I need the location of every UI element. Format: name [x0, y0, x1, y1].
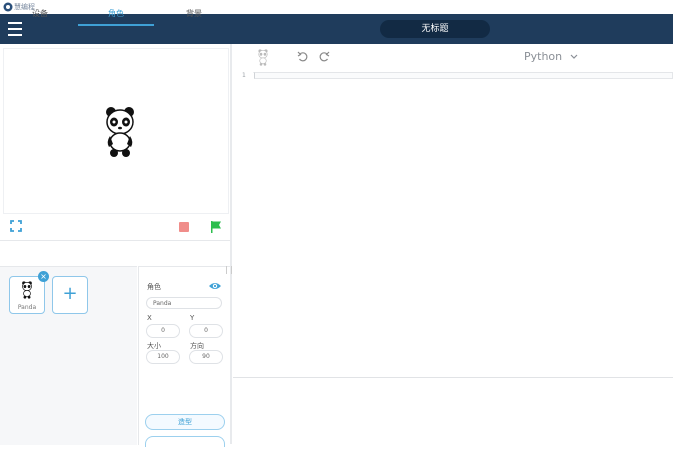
chevron-down-icon — [570, 54, 578, 59]
panda-avatar-icon — [258, 49, 268, 66]
tab-device[interactable]: 设备 — [10, 8, 70, 19]
language-dropdown[interactable]: Python — [524, 50, 578, 63]
code-editor-line[interactable] — [254, 72, 673, 79]
sprite-tabs — [0, 240, 230, 267]
output-console[interactable] — [233, 377, 673, 445]
sprite-card-panda[interactable]: Panda — [9, 276, 45, 314]
resize-grip-icon[interactable] — [226, 266, 232, 274]
tab-sprite[interactable]: 角色 — [86, 8, 146, 19]
secondary-button[interactable] — [145, 436, 225, 447]
line-number: 1 — [242, 72, 246, 79]
sprite-name-label: 角色 — [147, 283, 161, 291]
panda-sprite[interactable] — [103, 106, 137, 158]
x-input[interactable]: 0 — [146, 324, 180, 338]
undo-icon[interactable] — [297, 51, 309, 63]
panda-thumbnail-icon — [22, 281, 32, 299]
project-title[interactable]: 无标题 — [380, 20, 490, 38]
stop-icon[interactable] — [179, 222, 189, 232]
line-number-gutter — [233, 72, 253, 377]
sprite-card-label: Panda — [17, 304, 37, 311]
add-sprite-button[interactable]: + — [52, 276, 88, 314]
costume-button[interactable]: 造型 — [145, 414, 225, 430]
delete-sprite-icon[interactable]: × — [38, 271, 49, 282]
language-label: Python — [524, 50, 563, 63]
active-tab-indicator — [78, 24, 154, 26]
eye-icon[interactable] — [208, 281, 222, 291]
x-label: X — [147, 314, 152, 322]
sprite-name-input[interactable]: Panda — [146, 297, 222, 309]
y-input[interactable]: 0 — [189, 324, 223, 338]
panel-divider[interactable] — [230, 44, 232, 444]
redo-icon[interactable] — [318, 51, 330, 63]
fullscreen-icon[interactable] — [10, 220, 22, 232]
hamburger-icon[interactable] — [8, 22, 22, 36]
size-input[interactable]: 100 — [146, 350, 180, 364]
y-label: Y — [190, 314, 195, 322]
green-flag-icon[interactable] — [209, 220, 223, 234]
direction-input[interactable]: 90 — [189, 350, 223, 364]
tab-backdrop[interactable]: 背景 — [164, 8, 224, 19]
